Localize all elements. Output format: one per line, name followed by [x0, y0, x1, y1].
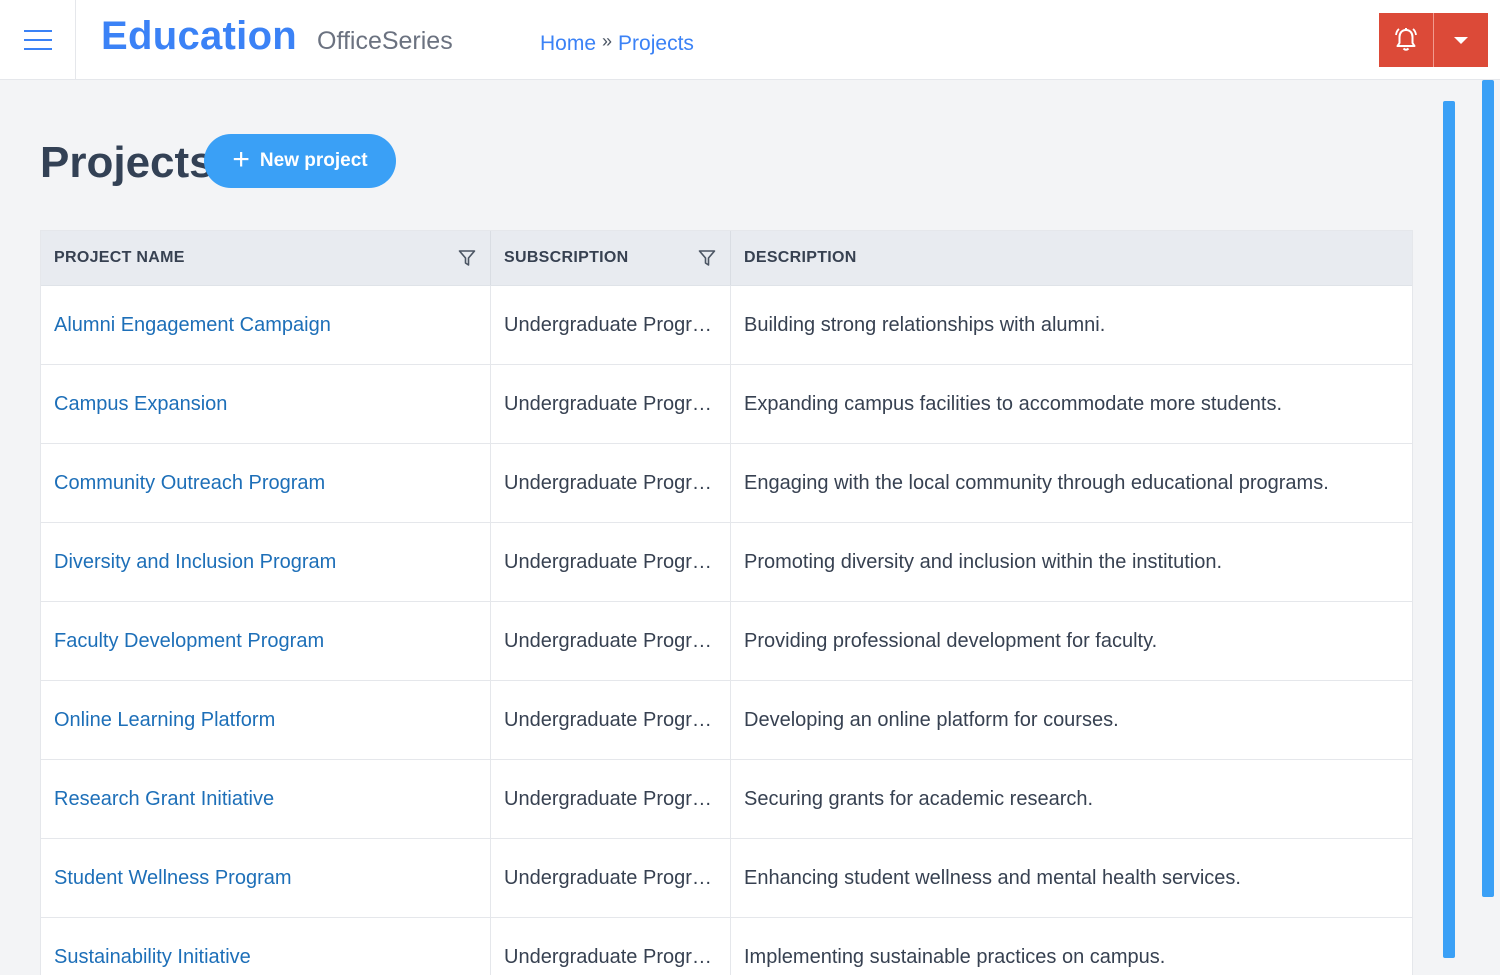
page-scrollbar[interactable] — [1482, 80, 1494, 897]
subscription-cell: Undergraduate Programs — [504, 550, 714, 573]
description-cell: Building strong relationships with alumn… — [744, 313, 1106, 336]
column-header-subscription[interactable]: SUBSCRIPTION — [491, 231, 731, 285]
description-cell: Promoting diversity and inclusion within… — [744, 550, 1223, 573]
table-row[interactable]: Faculty Development Program Undergraduat… — [41, 602, 1412, 681]
hamburger-menu-button[interactable] — [0, 0, 76, 79]
project-name-link[interactable]: Campus Expansion — [54, 393, 227, 416]
description-cell: Expanding campus facilities to accommoda… — [744, 392, 1283, 415]
breadcrumb-projects[interactable]: Projects — [618, 32, 694, 56]
table-row[interactable]: Diversity and Inclusion Program Undergra… — [41, 523, 1412, 602]
content-scrollbar[interactable] — [1443, 101, 1455, 958]
alert-button[interactable] — [1379, 13, 1433, 67]
filter-icon[interactable] — [458, 249, 476, 267]
table-row[interactable]: Research Grant Initiative Undergraduate … — [41, 760, 1412, 839]
description-cell: Engaging with the local community throug… — [744, 471, 1329, 494]
description-cell: Developing an online platform for course… — [744, 708, 1119, 731]
subscription-cell: Undergraduate Programs — [504, 945, 714, 968]
description-cell: Implementing sustainable practices on ca… — [744, 945, 1166, 968]
top-bar: Education OfficeSeries Home » Projects — [0, 0, 1500, 80]
table-row[interactable]: Online Learning Platform Undergraduate P… — [41, 681, 1412, 760]
projects-table: PROJECT NAME SUBSCRIPTION DESCRIPTION Al… — [40, 230, 1413, 975]
subscription-cell: Undergraduate Programs — [504, 866, 714, 889]
table-row[interactable]: Student Wellness Program Undergraduate P… — [41, 839, 1412, 918]
column-label: PROJECT NAME — [54, 249, 185, 266]
breadcrumb-separator: » — [602, 30, 613, 51]
app-sub-brand: OfficeSeries — [317, 27, 453, 55]
description-cell: Enhancing student wellness and mental he… — [744, 866, 1241, 889]
subscription-cell: Undergraduate Programs — [504, 471, 714, 494]
app-brand[interactable]: Education — [101, 14, 297, 59]
column-label: DESCRIPTION — [744, 249, 857, 266]
table-header: PROJECT NAME SUBSCRIPTION DESCRIPTION — [41, 231, 1412, 286]
new-project-label: New project — [259, 150, 368, 171]
table-row[interactable]: Sustainability Initiative Undergraduate … — [41, 918, 1412, 975]
new-project-button[interactable]: + New project — [204, 134, 396, 188]
project-name-link[interactable]: Research Grant Initiative — [54, 788, 274, 811]
column-header-project-name[interactable]: PROJECT NAME — [41, 231, 491, 285]
project-name-link[interactable]: Community Outreach Program — [54, 472, 325, 495]
table-row[interactable]: Campus Expansion Undergraduate Programs … — [41, 365, 1412, 444]
alert-dropdown-button[interactable] — [1433, 13, 1488, 67]
project-name-link[interactable]: Student Wellness Program — [54, 867, 292, 890]
page-title: Projects — [40, 138, 214, 187]
column-label: SUBSCRIPTION — [504, 249, 629, 266]
project-name-link[interactable]: Faculty Development Program — [54, 630, 324, 653]
project-name-link[interactable]: Alumni Engagement Campaign — [54, 314, 331, 337]
alert-button-group — [1379, 13, 1488, 67]
subscription-cell: Undergraduate Programs — [504, 708, 714, 731]
hamburger-menu-icon — [23, 26, 52, 53]
project-name-link[interactable]: Sustainability Initiative — [54, 946, 251, 969]
subscription-cell: Undergraduate Programs — [504, 787, 714, 810]
description-cell: Securing grants for academic research. — [744, 787, 1094, 810]
description-cell: Providing professional development for f… — [744, 629, 1158, 652]
caret-down-icon — [1454, 36, 1468, 44]
project-name-link[interactable]: Diversity and Inclusion Program — [54, 551, 336, 574]
plus-icon: + — [232, 143, 250, 176]
breadcrumb: Home » Projects — [540, 30, 694, 56]
subscription-cell: Undergraduate Programs — [504, 629, 714, 652]
subscription-cell: Undergraduate Programs — [504, 313, 714, 336]
column-header-description[interactable]: DESCRIPTION — [731, 231, 1412, 285]
table-row[interactable]: Community Outreach Program Undergraduate… — [41, 444, 1412, 523]
table-row[interactable]: Alumni Engagement Campaign Undergraduate… — [41, 286, 1412, 365]
breadcrumb-home[interactable]: Home — [540, 32, 596, 56]
filter-icon[interactable] — [698, 249, 716, 267]
bell-alert-icon — [1395, 28, 1417, 51]
subscription-cell: Undergraduate Programs — [504, 392, 714, 415]
project-name-link[interactable]: Online Learning Platform — [54, 709, 275, 732]
